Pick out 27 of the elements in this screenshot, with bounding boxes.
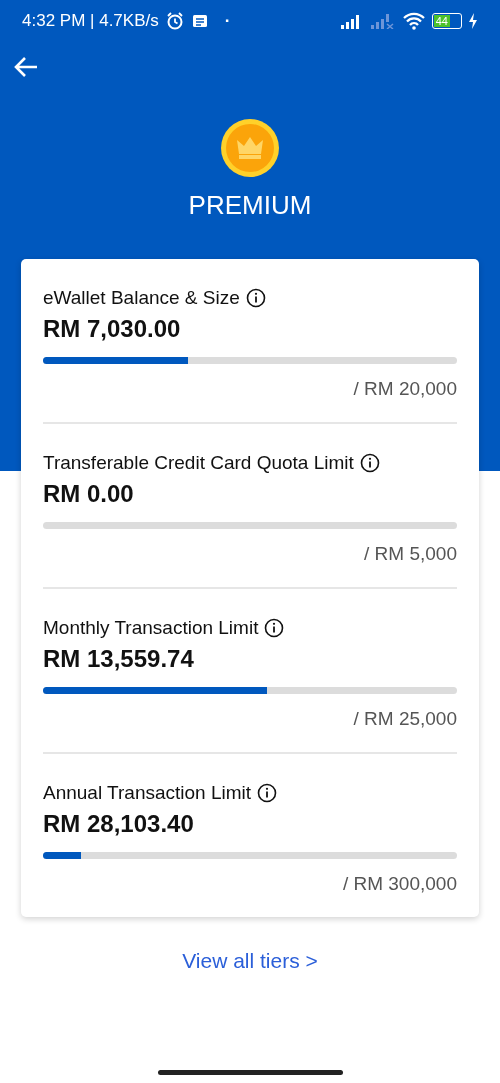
- limit-amount: RM 13,559.74: [43, 645, 195, 673]
- battery-icon: 44: [432, 13, 462, 29]
- charging-icon: [468, 13, 478, 29]
- limit-max: / RM 300,000: [341, 873, 457, 895]
- info-icon[interactable]: [257, 783, 278, 803]
- limit-max: / RM 25,000: [352, 708, 457, 730]
- limit-title: eWallet Balance & Size: [43, 287, 240, 309]
- tier-title: PREMIUM: [188, 190, 312, 221]
- limit-amount: RM 28,103.40: [43, 810, 195, 838]
- signal-off-icon: [370, 13, 396, 29]
- info-icon[interactable]: [245, 288, 266, 308]
- info-icon[interactable]: [359, 453, 380, 473]
- limit-max: / RM 5,000: [363, 543, 457, 565]
- notification-icon: [190, 12, 209, 30]
- status-dot: ·: [224, 11, 231, 31]
- status-time: 4:32 PM | 4.7KB/s: [22, 11, 159, 31]
- back-arrow-icon[interactable]: [13, 56, 39, 78]
- limit-title: Annual Transaction Limit: [43, 782, 252, 804]
- wifi-icon: [402, 12, 426, 30]
- limit-title: Transferable Credit Card Quota Limit: [43, 452, 354, 474]
- view-all-tiers-link[interactable]: View all tiers >: [182, 949, 318, 973]
- limit-amount: RM 7,030.00: [43, 315, 182, 343]
- limit-amount: RM 0.00: [43, 480, 135, 508]
- limit-max: / RM 20,000: [352, 378, 457, 400]
- crown-coin-icon: [220, 118, 280, 178]
- limit-title: Monthly Transaction Limit: [43, 617, 259, 639]
- info-icon[interactable]: [264, 618, 285, 638]
